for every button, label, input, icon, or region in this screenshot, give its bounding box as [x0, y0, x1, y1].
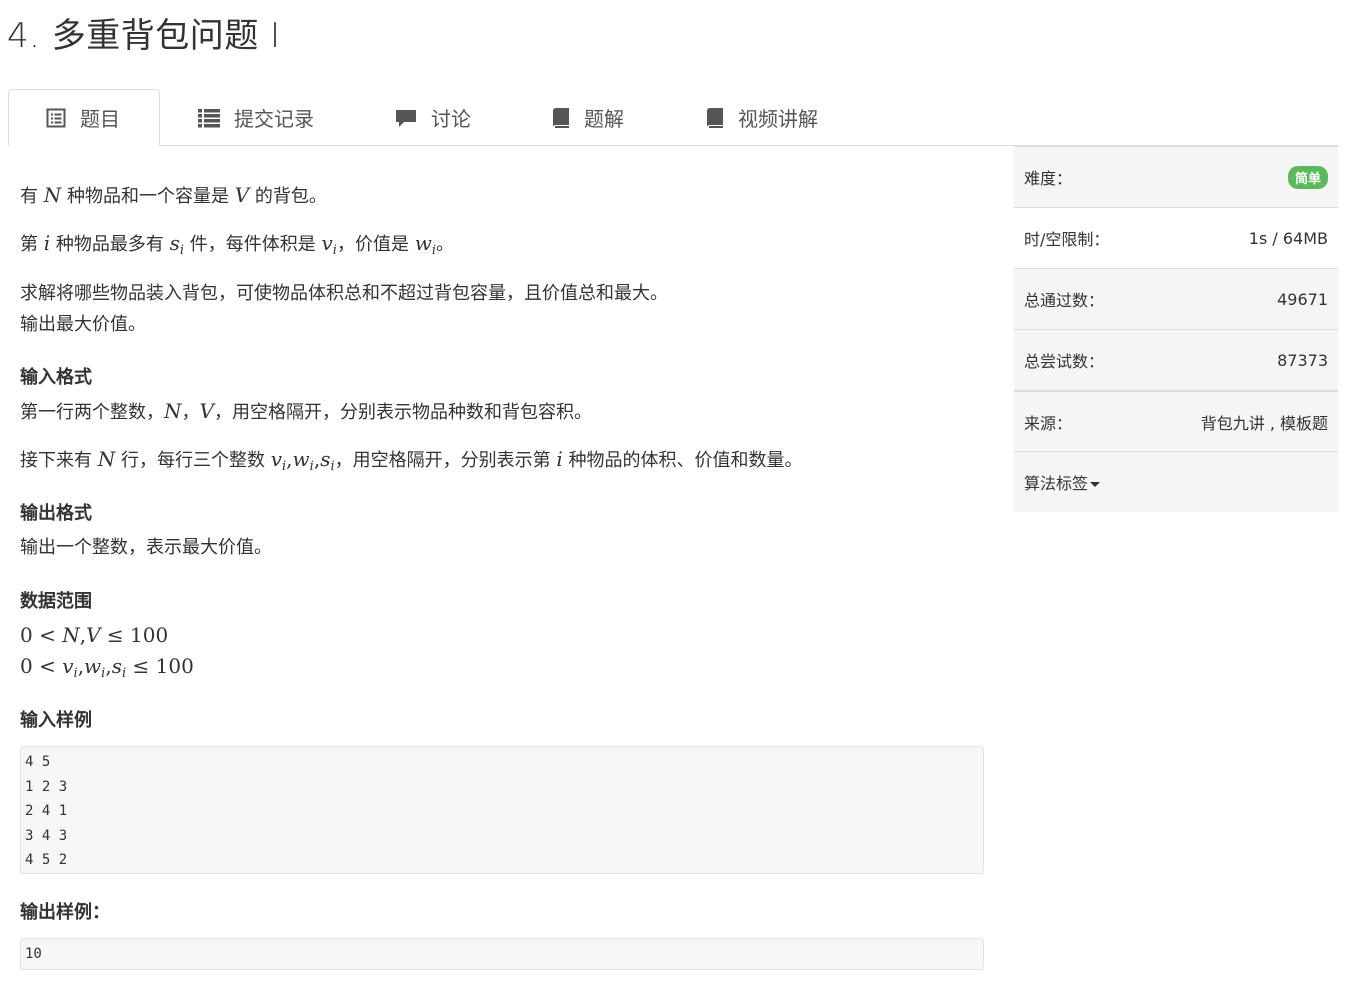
tab-discussion[interactable]: 讨论 — [395, 89, 471, 146]
tab-video-label: 视频讲解 — [738, 107, 818, 131]
list-icon — [198, 108, 220, 128]
problem-description-2: 第 i 种物品最多有 si 件，每件体积是 vi，价值是 wi。 — [20, 231, 454, 258]
input-format-line-1: 第一行两个整数，N，V，用空格隔开，分别表示物品种数和背包容积。 — [20, 399, 592, 423]
tried-value: 87373 — [1277, 350, 1328, 370]
difficulty-label: 难度： — [1024, 169, 1073, 188]
page-title: 4. 多重背包问题 I — [7, 16, 281, 56]
sample-input-line: 4 5 2 — [25, 852, 68, 868]
limit-value: 1s / 64MB — [1248, 228, 1328, 248]
limit-row: 时/空限制： 1s / 64MB — [1014, 207, 1338, 268]
sample-input-line: 3 4 3 — [25, 827, 68, 844]
tried-row: 总尝试数： 87373 — [1014, 329, 1338, 390]
caret-down-icon — [1090, 482, 1101, 487]
source-value[interactable]: 背包九讲 , 模板题 — [1201, 410, 1328, 434]
sample-output-box: 10 — [20, 938, 984, 970]
passed-value: 49671 — [1277, 289, 1328, 309]
sample-input-line: 1 2 3 — [25, 778, 68, 795]
data-range-heading: 数据范围 — [20, 591, 92, 612]
problem-description-1: 有 N 种物品和一个容量是 V 的背包。 — [20, 183, 327, 207]
data-range-1: 0 < N,V ≤ 100 — [20, 623, 169, 647]
book-icon — [552, 107, 570, 129]
difficulty-row: 难度： 简单 — [1014, 146, 1338, 207]
limit-label: 时/空限制： — [1024, 230, 1110, 249]
tried-label: 总尝试数： — [1024, 352, 1105, 371]
sample-input-line: 4 5 — [25, 754, 51, 770]
sample-output-heading: 输出样例： — [20, 902, 110, 923]
tab-submissions[interactable]: 提交记录 — [198, 89, 314, 146]
data-range-2: 0 < vi,wi,si ≤ 100 — [20, 654, 194, 681]
sample-input-line: 2 4 1 — [25, 803, 68, 819]
input-format-line-2: 接下来有 N 行，每行三个整数 vi,wi,si，用空格隔开，分别表示第 i 种… — [20, 447, 803, 474]
problem-description-3: 求解将哪些物品装入背包，可使物品体积总和不超过背包容量，且价值总和最大。 输出最… — [20, 283, 668, 335]
tags-row: 算法标签 — [1014, 451, 1338, 512]
book-icon — [706, 107, 724, 129]
comment-icon — [395, 108, 417, 128]
source-label: 来源： — [1024, 413, 1073, 433]
input-format-heading: 输入格式 — [20, 367, 92, 388]
algorithm-tags-label: 算法标签 — [1024, 474, 1089, 493]
tab-solutions-label: 题解 — [584, 107, 624, 131]
tab-problem[interactable]: 题目 — [8, 89, 160, 146]
sample-input-heading: 输入样例 — [20, 710, 92, 731]
tab-submissions-label: 提交记录 — [234, 107, 314, 131]
output-format-text: 输出一个整数，表示最大价值。 — [20, 537, 272, 558]
problem-tabs: 题目 提交记录 讨论 题解 视频讲解 — [8, 89, 1338, 146]
output-format-heading: 输出格式 — [20, 503, 92, 524]
passed-row: 总通过数： 49671 — [1014, 268, 1338, 329]
sample-input-box: 4 5 1 2 3 2 4 1 3 4 3 4 5 2 — [20, 746, 984, 874]
tab-problem-label: 题目 — [80, 107, 120, 131]
source-row: 来源： 背包九讲 , 模板题 — [1014, 390, 1338, 451]
tab-video[interactable]: 视频讲解 — [706, 89, 818, 146]
list-alt-icon — [46, 108, 66, 128]
tab-discussion-label: 讨论 — [431, 107, 471, 131]
problem-info-sidebar: 难度： 简单 时/空限制： 1s / 64MB 总通过数： 49671 总尝试数… — [1014, 146, 1338, 512]
passed-label: 总通过数： — [1024, 291, 1105, 310]
difficulty-badge: 简单 — [1287, 165, 1328, 189]
sample-output-line: 10 — [25, 946, 42, 962]
tab-solutions[interactable]: 题解 — [552, 89, 624, 146]
algorithm-tags-toggle[interactable]: 算法标签 — [1024, 470, 1101, 494]
